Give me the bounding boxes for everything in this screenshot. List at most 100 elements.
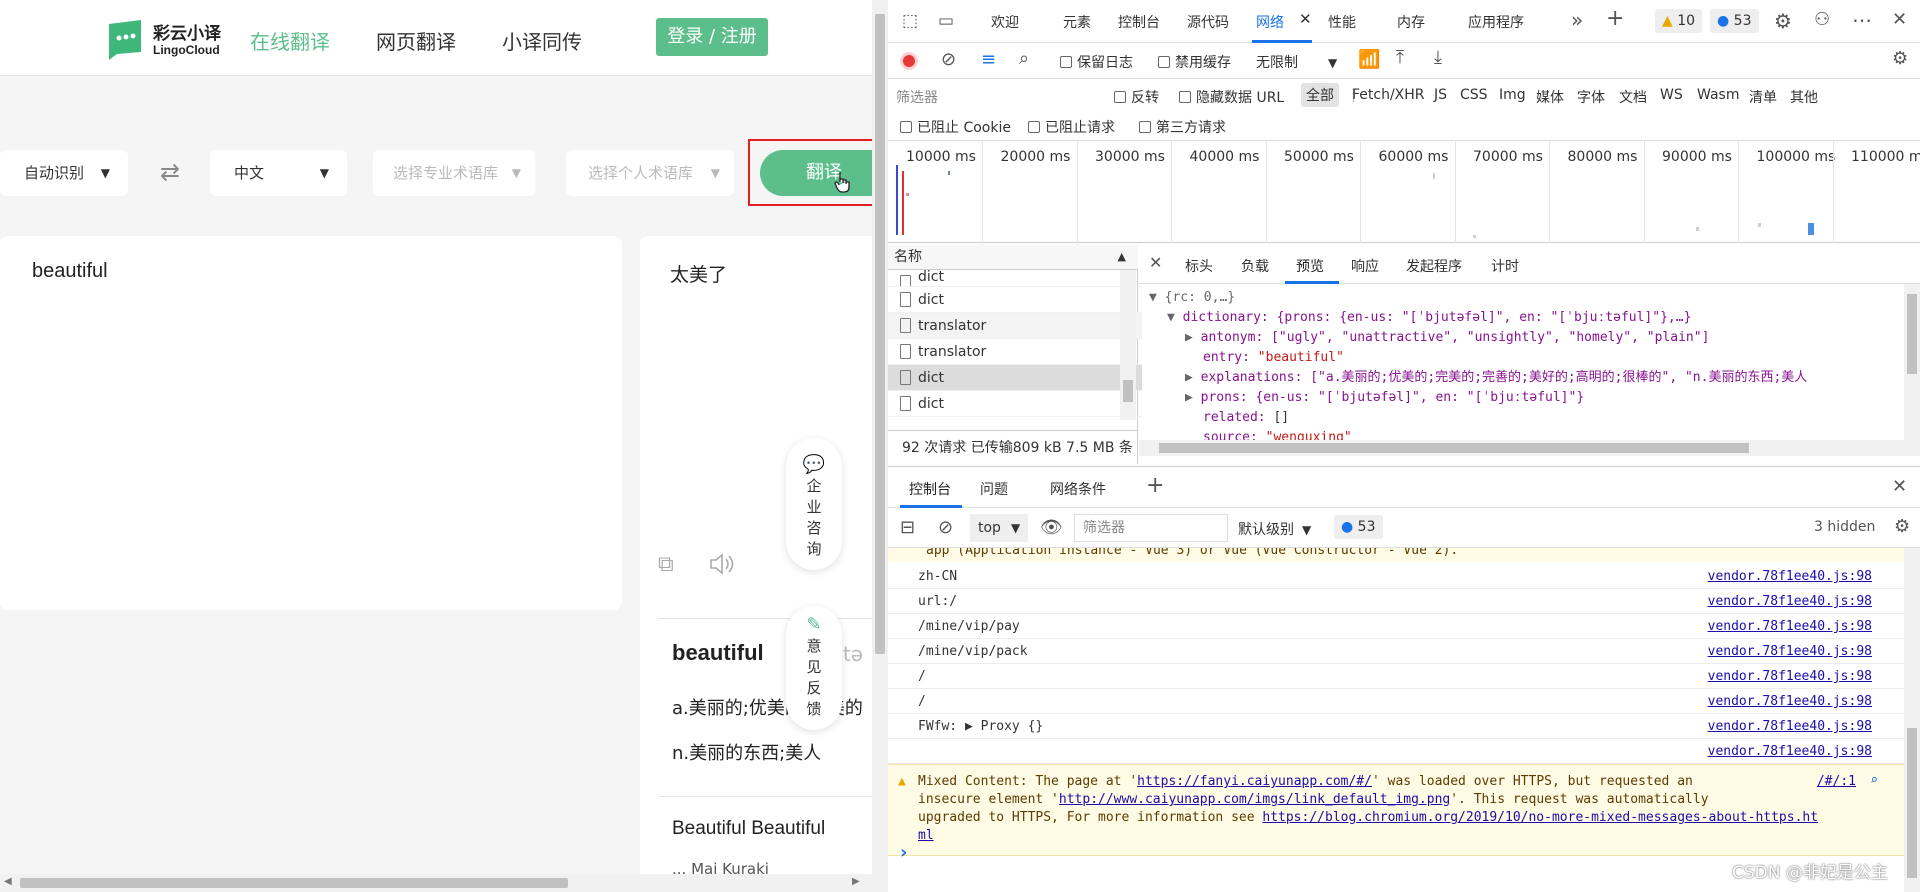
copy-icon[interactable]: ⧉ [658, 552, 674, 577]
brand-name-en[interactable]: LingoCloud [153, 43, 220, 57]
search-icon[interactable]: ⌕ [1870, 772, 1878, 790]
tab-welcome[interactable]: 欢迎 [991, 12, 1019, 32]
request-list-scrollbar[interactable] [1120, 270, 1136, 420]
preview-prons[interactable]: ▶ prons: {en-us: "[ˈbjutəfəl]", en: "[ˈb… [1139, 388, 1904, 408]
close-detail-icon[interactable]: ✕ [1149, 253, 1162, 272]
scroll-left-arrow-icon[interactable]: ◀ [4, 876, 12, 887]
console-source-link[interactable]: vendor.78f1ee40.js:98 [1708, 739, 1872, 764]
console-source-link[interactable]: vendor.78f1ee40.js:98 [1708, 689, 1872, 714]
feedback-button[interactable]: ✎ 意 见 反 馈 [786, 606, 842, 730]
preview-horizontal-scrollbar[interactable] [1139, 440, 1920, 456]
request-row[interactable]: dict [888, 391, 1142, 417]
warning-url-image[interactable]: http://www.caiyunapp.com/imgs/link_defau… [1059, 792, 1450, 807]
filter-funnel-icon[interactable]: ≡ [981, 49, 996, 70]
disable-cache-checkbox[interactable]: 禁用缓存 [1158, 52, 1231, 72]
detail-tab-timing[interactable]: 计时 [1491, 256, 1519, 276]
page-horizontal-scrollbar[interactable]: ◀ ▶ [0, 874, 872, 892]
scrollbar-thumb[interactable] [1123, 380, 1133, 402]
scroll-right-arrow-icon[interactable]: ▶ [852, 876, 860, 887]
type-filter-all[interactable]: 全部 [1301, 83, 1339, 107]
type-filter-doc[interactable]: 文档 [1619, 87, 1647, 107]
type-filter-font[interactable]: 字体 [1577, 87, 1605, 107]
preview-dictionary[interactable]: ▼ dictionary: {prons: {en-us: "[ˈbjutəfə… [1139, 308, 1904, 328]
request-row[interactable]: dict [888, 270, 1142, 287]
live-expression-eye-icon[interactable]: 👁 [1040, 517, 1063, 538]
throttle-select[interactable]: 无限制 ▼ [1256, 52, 1337, 72]
close-drawer-icon[interactable]: ✕ [1892, 476, 1907, 497]
console-prompt[interactable]: › [900, 842, 907, 863]
source-text-panel[interactable]: beautiful [0, 236, 622, 610]
export-har-icon[interactable]: ⤓ [1434, 47, 1442, 68]
scrollbar-thumb[interactable] [875, 14, 885, 654]
warning-url-blog[interactable]: https://blog.chromium.org/2019/10/no-mor… [1262, 810, 1818, 825]
request-row-selected[interactable]: dict [888, 365, 1142, 391]
invert-checkbox[interactable]: 反转 [1114, 87, 1159, 107]
console-sidebar-icon[interactable]: ⊟ [900, 517, 915, 538]
console-settings-gear-icon[interactable]: ⚙ [1894, 516, 1910, 537]
detail-tab-response[interactable]: 响应 [1351, 256, 1379, 276]
type-filter-other[interactable]: 其他 [1790, 87, 1818, 107]
search-icon[interactable]: ⌕ [1019, 48, 1029, 69]
tab-network[interactable]: 网络 [1256, 12, 1284, 32]
scrollbar-thumb[interactable] [1907, 728, 1917, 878]
console-scrollbar[interactable] [1904, 548, 1920, 892]
detail-tab-headers[interactable]: 标头 [1185, 256, 1213, 276]
tab-sources[interactable]: 源代码 [1187, 12, 1229, 32]
more-options-icon[interactable]: ⋯ [1852, 8, 1872, 32]
preserve-log-checkbox[interactable]: 保留日志 [1060, 52, 1133, 72]
type-filter-js[interactable]: JS [1434, 87, 1447, 103]
tab-memory[interactable]: 内存 [1397, 12, 1425, 32]
login-register-button[interactable]: 登录 / 注册 [656, 18, 768, 56]
drawer-tab-console[interactable]: 控制台 [909, 479, 951, 499]
console-source-link[interactable]: vendor.78f1ee40.js:98 [1708, 639, 1872, 664]
request-row[interactable]: translator [888, 313, 1142, 339]
request-row[interactable]: translator [888, 339, 1142, 365]
preview-root[interactable]: ▼ {rc: 0,…} [1139, 288, 1904, 308]
close-tab-icon[interactable]: ✕ [1299, 10, 1312, 28]
target-language-select[interactable]: 中文 ▼ [210, 150, 347, 196]
console-source-link[interactable]: vendor.78f1ee40.js:98 [1708, 714, 1872, 739]
filter-input[interactable]: 筛选器 [896, 87, 938, 107]
type-filter-img[interactable]: Img [1499, 87, 1526, 103]
source-language-select[interactable]: 自动识别 ▼ [0, 150, 128, 196]
scrollbar-thumb[interactable] [1907, 294, 1917, 374]
warning-url-blog-tail[interactable]: ml [918, 828, 934, 843]
page-vertical-scrollbar[interactable] [872, 0, 888, 892]
tab-performance[interactable]: 性能 [1328, 12, 1356, 32]
context-select[interactable]: top ▼ [970, 514, 1029, 542]
customize-profile-icon[interactable]: ⚇ [1814, 9, 1830, 30]
type-filter-manifest[interactable]: 清单 [1749, 87, 1777, 107]
warning-source-link[interactable]: /#/:1 [1817, 773, 1856, 791]
source-text[interactable]: beautiful [32, 260, 108, 283]
inspect-element-icon[interactable]: ⬚ [902, 11, 918, 31]
type-filter-css[interactable]: CSS [1460, 87, 1488, 103]
preview-antonym[interactable]: ▶ antonym: ["ugly", "unattractive", "uns… [1139, 328, 1904, 348]
console-source-link[interactable]: vendor.78f1ee40.js:98 [1708, 589, 1872, 614]
type-filter-wasm[interactable]: Wasm [1697, 87, 1739, 103]
detail-tab-payload[interactable]: 负载 [1241, 256, 1269, 276]
log-level-select[interactable]: 默认级别 ▼ [1238, 519, 1311, 539]
network-overview-timeline[interactable]: 10000 ms 20000 ms 30000 ms 40000 ms 50000 ms… [888, 141, 1920, 243]
blocked-requests-checkbox[interactable]: 已阻止请求 [1028, 117, 1115, 137]
preview-vertical-scrollbar[interactable] [1904, 284, 1920, 440]
record-stop-icon[interactable] [900, 52, 918, 70]
type-filter-fetch[interactable]: Fetch/XHR [1352, 87, 1425, 103]
domain-glossary-select[interactable]: 选择专业术语库 ▼ [373, 150, 535, 196]
scrollbar-thumb[interactable] [20, 878, 568, 888]
add-tab-icon[interactable]: + [1606, 6, 1624, 31]
nav-simultaneous[interactable]: 小译同传 [502, 26, 582, 55]
network-settings-gear-icon[interactable]: ⚙ [1892, 48, 1908, 69]
console-messages-badge[interactable]: ● 53 [1334, 515, 1383, 539]
third-party-checkbox[interactable]: 第三方请求 [1139, 117, 1226, 137]
tab-console[interactable]: 控制台 [1118, 12, 1160, 32]
warning-url-page[interactable]: https://fanyi.caiyunapp.com/#/ [1137, 774, 1372, 789]
more-tabs-icon[interactable]: » [1571, 8, 1583, 32]
request-row[interactable]: dict [888, 287, 1142, 313]
console-source-link[interactable]: vendor.78f1ee40.js:98 [1708, 614, 1872, 639]
close-devtools-icon[interactable]: ✕ [1892, 9, 1907, 30]
console-source-link[interactable]: vendor.78f1ee40.js:98 [1708, 564, 1872, 589]
swap-languages-icon[interactable]: ⇄ [160, 158, 180, 186]
scrollbar-thumb[interactable] [1159, 443, 1749, 453]
add-drawer-tab-icon[interactable]: + [1146, 473, 1164, 498]
messages-badge[interactable]: ● 53 [1710, 9, 1759, 33]
